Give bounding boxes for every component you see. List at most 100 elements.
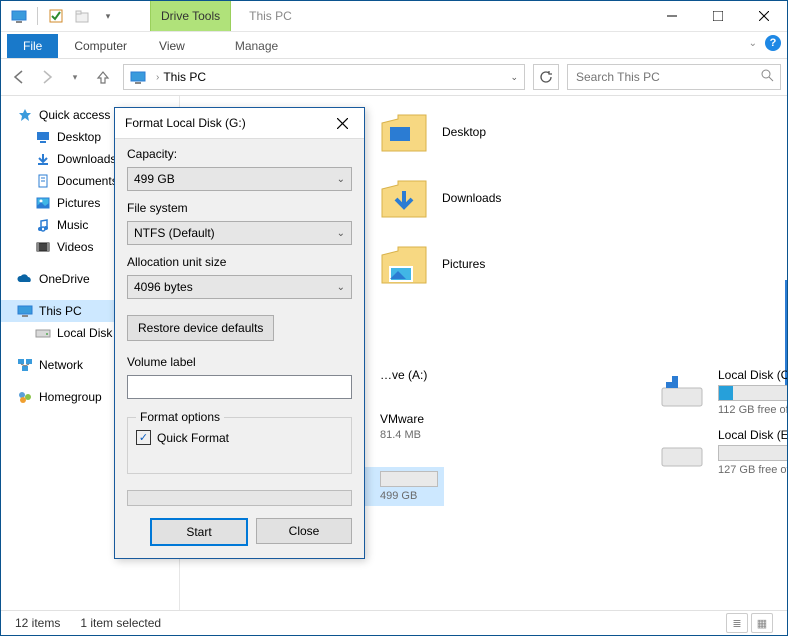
chevron-right-icon[interactable]: › xyxy=(156,72,159,83)
pc-icon xyxy=(128,67,148,87)
label: Pictures xyxy=(442,257,485,271)
documents-icon xyxy=(35,173,51,189)
pc-icon xyxy=(17,303,33,319)
large-icons-view-button[interactable]: ▦ xyxy=(751,613,773,633)
search-input[interactable] xyxy=(574,69,761,85)
filesystem-select[interactable]: NTFS (Default) ⌄ xyxy=(127,221,352,245)
label: Desktop xyxy=(57,130,101,144)
allocation-label: Allocation unit size xyxy=(127,255,352,269)
close-button[interactable]: Close xyxy=(256,518,352,544)
file-tab[interactable]: File xyxy=(7,34,58,58)
network-icon xyxy=(17,357,33,373)
downloads-icon xyxy=(380,174,428,222)
value: NTFS (Default) xyxy=(134,226,215,240)
item-count: 12 items xyxy=(15,616,60,630)
recent-dropdown-icon[interactable]: ▾ xyxy=(63,65,87,89)
view-tab[interactable]: View xyxy=(143,34,201,58)
label: OneDrive xyxy=(39,272,90,286)
format-options-label: Format options xyxy=(136,410,224,424)
allocation-select[interactable]: 4096 bytes ⌄ xyxy=(127,275,352,299)
drive-g-partial[interactable]: 499 GB xyxy=(356,467,444,506)
desktop-icon xyxy=(35,129,51,145)
help-icon[interactable]: ? xyxy=(765,35,781,51)
label: Quick Format xyxy=(157,431,229,445)
drive-icon xyxy=(660,430,704,474)
address-bar[interactable]: › This PC ⌄ xyxy=(123,64,525,90)
label: This PC xyxy=(39,304,82,318)
sublabel: 499 GB xyxy=(380,490,438,502)
label: VMware xyxy=(380,412,424,426)
manage-tab[interactable]: Manage xyxy=(219,34,294,58)
checkbox-icon: ✓ xyxy=(136,430,151,445)
value: 4096 bytes xyxy=(134,280,193,294)
folder-pictures[interactable]: Pictures xyxy=(380,238,501,290)
drive-tools-tab[interactable]: Drive Tools xyxy=(150,0,231,31)
label: Downloads xyxy=(442,191,501,205)
label: Downloads xyxy=(57,152,116,166)
label: Documents xyxy=(57,174,118,188)
drive-floppy[interactable]: …ve (A:) xyxy=(360,368,620,382)
close-button[interactable] xyxy=(741,1,787,31)
label: Music xyxy=(57,218,88,232)
capacity-bar xyxy=(718,385,787,401)
up-button[interactable] xyxy=(91,65,115,89)
dialog-close-button[interactable] xyxy=(330,111,354,135)
volume-label-label: Volume label xyxy=(127,355,352,369)
music-icon xyxy=(35,217,51,233)
qat-dropdown-icon[interactable]: ▾ xyxy=(96,4,120,28)
desktop-icon xyxy=(380,108,428,156)
maximize-button[interactable] xyxy=(695,1,741,31)
window-controls xyxy=(649,1,787,31)
new-folder-icon[interactable] xyxy=(70,4,94,28)
drive-icon xyxy=(35,325,51,341)
computer-tab[interactable]: Computer xyxy=(58,34,143,58)
label: …ve (A:) xyxy=(380,368,427,382)
ribbon-tabs: File Computer View Manage ⌄ ? xyxy=(1,32,787,59)
drive-c[interactable]: Local Disk (C:) 112 GB free of 128 GB xyxy=(660,368,787,416)
label: Videos xyxy=(57,240,93,254)
chevron-down-icon: ⌄ xyxy=(337,282,345,293)
properties-icon[interactable] xyxy=(44,4,68,28)
drive-vmware[interactable]: VMware 81.4 MB xyxy=(360,412,620,441)
status-bar: 12 items 1 item selected ≣ ▦ xyxy=(1,610,787,635)
dialog-titlebar[interactable]: Format Local Disk (G:) xyxy=(115,108,364,139)
format-dialog: Format Local Disk (G:) Capacity: 499 GB⌄… xyxy=(114,107,365,559)
window-title: This PC xyxy=(231,1,310,31)
breadcrumb-thispc[interactable]: This PC xyxy=(163,70,206,84)
forward-button[interactable] xyxy=(35,65,59,89)
drive-e[interactable]: Local Disk (E:) 127 GB free of 127 GB xyxy=(660,428,787,476)
search-icon[interactable] xyxy=(761,69,774,85)
volume-label-input[interactable] xyxy=(127,375,352,399)
minimize-button[interactable] xyxy=(649,1,695,31)
start-button[interactable]: Start xyxy=(150,518,248,546)
selection-count: 1 item selected xyxy=(80,616,161,630)
restore-defaults-button[interactable]: Restore device defaults xyxy=(127,315,274,341)
quick-access-toolbar: ▾ xyxy=(1,1,120,31)
capacity-select[interactable]: 499 GB⌄ xyxy=(127,167,352,191)
capacity-bar xyxy=(718,445,787,461)
folder-downloads[interactable]: Downloads xyxy=(380,172,501,224)
ribbon-collapse-icon[interactable]: ⌄ xyxy=(749,38,757,49)
chevron-down-icon: ⌄ xyxy=(337,174,345,185)
separator xyxy=(37,7,38,25)
label: Local Disk (E:) xyxy=(718,428,787,442)
label: Network xyxy=(39,358,83,372)
search-box[interactable] xyxy=(567,64,781,90)
chevron-down-icon: ⌄ xyxy=(337,228,345,239)
titlebar: ▾ Drive Tools This PC xyxy=(1,1,787,32)
onedrive-icon xyxy=(17,271,33,287)
star-icon xyxy=(17,107,33,123)
quick-format-checkbox[interactable]: ✓ Quick Format xyxy=(136,430,343,445)
homegroup-icon xyxy=(17,389,33,405)
pictures-icon xyxy=(35,195,51,211)
refresh-button[interactable] xyxy=(533,64,559,90)
pc-icon[interactable] xyxy=(7,4,31,28)
sublabel: 81.4 MB xyxy=(380,429,424,441)
back-button[interactable] xyxy=(7,65,31,89)
address-dropdown-icon[interactable]: ⌄ xyxy=(504,72,524,83)
explorer-window: ▾ Drive Tools This PC File Computer View… xyxy=(0,0,788,636)
contextual-tab-area: Drive Tools This PC xyxy=(150,1,310,31)
details-view-button[interactable]: ≣ xyxy=(726,613,748,633)
folder-desktop[interactable]: Desktop xyxy=(380,106,501,158)
label: Pictures xyxy=(57,196,100,210)
